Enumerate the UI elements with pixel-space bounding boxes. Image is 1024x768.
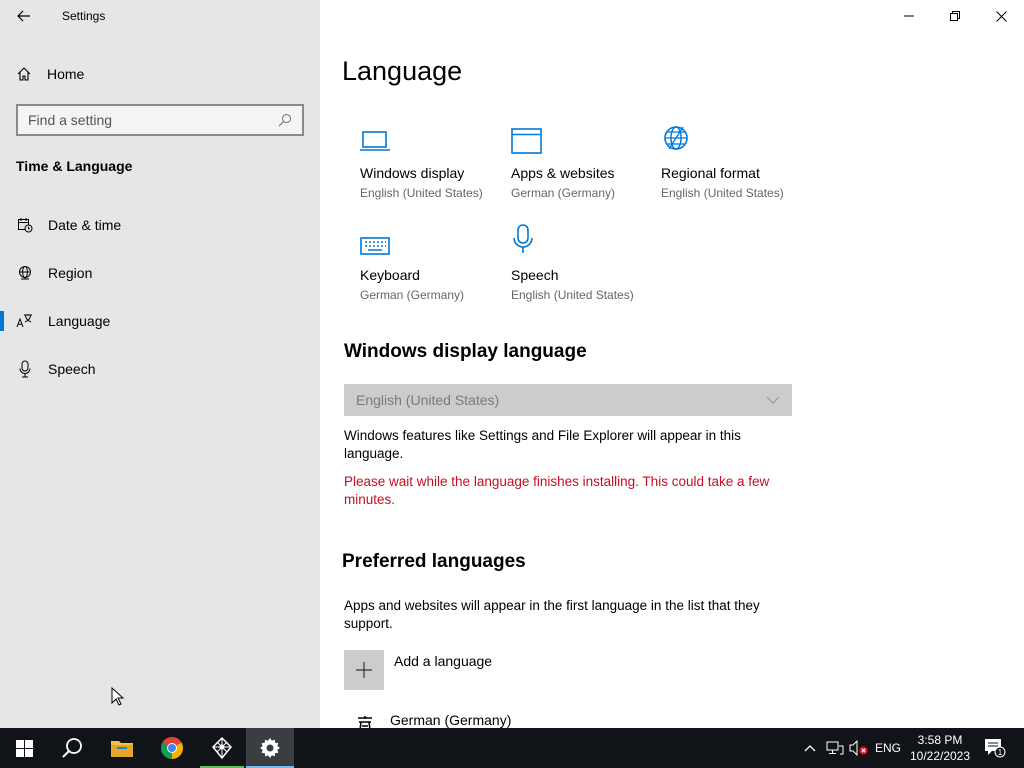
restore-icon: [950, 11, 960, 21]
windows-logo-icon: [15, 739, 33, 757]
sidebar-item-label: Region: [48, 265, 93, 281]
app-icon: [211, 736, 233, 760]
microphone-icon: [511, 224, 651, 256]
display-language-heading: Windows display language: [344, 341, 587, 362]
chrome-icon: [161, 737, 183, 759]
keyboard-icon: [360, 224, 500, 256]
chevron-down-icon: [766, 396, 780, 404]
search-button[interactable]: [48, 728, 96, 768]
sidebar-item-label: Speech: [48, 361, 96, 377]
clock-date: 10/22/2023: [909, 749, 971, 763]
sidebar-item-region[interactable]: Region: [0, 253, 320, 293]
search-icon: [62, 738, 82, 758]
home-link[interactable]: Home: [16, 64, 84, 84]
home-label: Home: [47, 66, 85, 82]
sidebar-item-speech[interactable]: Speech: [0, 349, 320, 389]
add-language-label: Add a language: [394, 653, 493, 669]
section-title: Time & Language: [16, 158, 133, 174]
tile-name: Apps & websites: [511, 165, 615, 181]
window-icon: [511, 122, 651, 154]
display-language-value: English (United States): [356, 392, 500, 408]
page-title: Language: [342, 56, 463, 86]
display-language-description: Windows features like Settings and File …: [344, 428, 741, 461]
mouse-cursor-icon: [111, 687, 125, 706]
settings-button[interactable]: [246, 728, 294, 768]
monitor-icon: [360, 122, 500, 154]
tile-regional-format[interactable]: Regional format English (United States): [661, 122, 801, 200]
gear-icon: [260, 738, 280, 758]
globe-grid-icon: [661, 122, 801, 154]
app-button[interactable]: [198, 728, 246, 768]
preferred-languages-heading: Preferred languages: [342, 551, 526, 572]
back-button[interactable]: [8, 4, 40, 28]
close-icon: [995, 10, 1007, 22]
restore-button[interactable]: [932, 0, 978, 32]
list-item[interactable]: German (Germany): [356, 712, 511, 728]
globe-icon: [16, 264, 34, 282]
language-icon: [16, 312, 34, 330]
preferred-languages-description: Apps and websites will appear in the fir…: [344, 598, 760, 631]
language-glyph-icon: [358, 716, 372, 728]
tile-value: German (Germany): [511, 186, 616, 200]
minimize-button[interactable]: [886, 0, 932, 32]
input-indicator[interactable]: ENG: [872, 728, 904, 768]
search-input[interactable]: [28, 112, 278, 128]
tile-name: Windows display: [360, 165, 465, 181]
tile-value: German (Germany): [360, 288, 465, 302]
network-icon: [826, 741, 844, 755]
volume-button[interactable]: [848, 728, 870, 768]
app-title: Settings: [62, 9, 106, 23]
tile-value: English (United States): [661, 186, 784, 200]
notification-count: 1: [998, 748, 1003, 757]
folder-icon: [111, 741, 133, 757]
tile-name: Speech: [511, 267, 559, 283]
tile-keyboard[interactable]: Keyboard German (Germany): [360, 224, 500, 302]
display-language-select[interactable]: English (United States): [344, 384, 792, 416]
clock-time: 3:58 PM: [917, 733, 963, 747]
chevron-up-icon: [804, 745, 816, 752]
sidebar-item-label: Language: [48, 313, 111, 329]
sidebar-item-label: Date & time: [48, 217, 122, 233]
tile-windows-display[interactable]: Windows display English (United States): [360, 122, 500, 200]
tile-value: English (United States): [511, 288, 634, 302]
action-center-button[interactable]: 1: [980, 728, 1010, 768]
sidebar: Settings Home Time & Language Date & tim…: [0, 0, 320, 728]
sidebar-item-date-time[interactable]: Date & time: [0, 205, 320, 245]
tile-apps-websites[interactable]: Apps & websites German (Germany): [511, 122, 651, 200]
sidebar-item-language[interactable]: Language: [0, 301, 320, 341]
volume-muted-icon: [849, 740, 868, 756]
tile-name: Regional format: [661, 165, 760, 181]
language-name: German (Germany): [390, 712, 512, 728]
microphone-icon: [16, 360, 34, 378]
show-hidden-icons-button[interactable]: [800, 728, 820, 768]
network-button[interactable]: [824, 728, 846, 768]
add-language-button[interactable]: Add a language: [344, 650, 492, 690]
start-button[interactable]: [0, 728, 48, 768]
plus-icon: [344, 650, 384, 690]
taskbar: ENG 3:58 PM 10/22/2023 1: [0, 728, 1024, 768]
install-warning-text: Please wait while the language finishes …: [344, 474, 770, 507]
search-box[interactable]: [16, 104, 304, 136]
close-button[interactable]: [978, 0, 1024, 32]
home-icon: [17, 67, 31, 81]
tile-name: Keyboard: [360, 267, 420, 283]
clock[interactable]: 3:58 PM 10/22/2023: [908, 728, 972, 768]
minimize-icon: [904, 15, 914, 17]
back-arrow-icon: [17, 10, 30, 22]
notification-icon: 1: [985, 739, 1006, 758]
chrome-button[interactable]: [148, 728, 196, 768]
tile-speech[interactable]: Speech English (United States): [511, 224, 651, 302]
tile-value: English (United States): [360, 186, 483, 200]
calendar-clock-icon: [16, 216, 34, 234]
search-icon[interactable]: [278, 113, 292, 127]
file-explorer-button[interactable]: [98, 728, 146, 768]
